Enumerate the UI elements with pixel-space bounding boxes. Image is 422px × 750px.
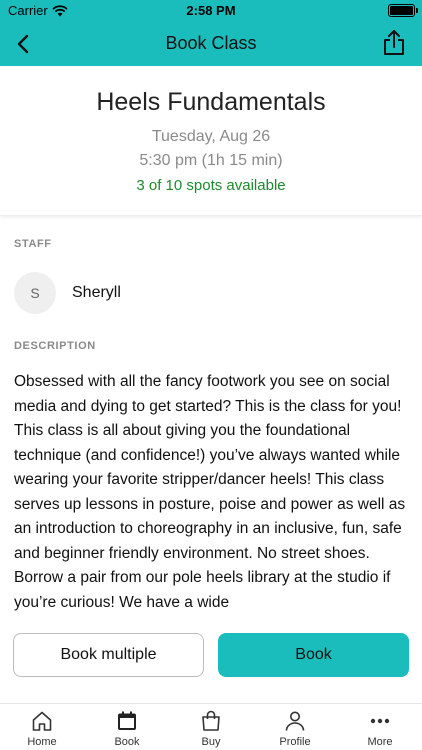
calendar-icon [118,711,136,730]
tab-home[interactable]: Home [7,707,77,750]
top-bar: Carrier 2:58 PM Book Class [0,0,422,66]
book-class-screen: Carrier 2:58 PM Book Class Heels Fundame… [0,0,422,750]
navigation-bar: Book Class [0,22,422,66]
more-icon [370,718,390,724]
battery-icon [388,4,418,17]
tab-book[interactable]: Book [92,707,162,750]
tab-home-label: Home [27,736,57,748]
tab-buy-label: Buy [201,736,221,748]
tab-profile[interactable]: Profile [260,707,330,750]
page-title: Book Class [165,33,257,53]
book-multiple-button[interactable]: Book multiple [13,633,204,677]
home-icon [32,711,52,731]
status-time: 2:58 PM [186,3,236,18]
status-bar: Carrier 2:58 PM [0,0,422,22]
class-time: 5:30 pm (1h 15 min) [139,152,283,169]
person-icon [285,711,305,731]
tab-buy[interactable]: Buy [176,707,246,750]
book-button[interactable]: Book [218,633,409,677]
staff-name: Sheryll [72,284,121,301]
class-date: Tuesday, Aug 26 [151,128,271,145]
class-title: Heels Fundamentals [96,88,326,116]
tab-more[interactable]: More [345,707,415,750]
tab-book-label: Book [114,736,140,748]
tab-bar: Home Book Buy Profile More [0,703,422,750]
tab-more-label: More [367,736,393,748]
class-header: Heels Fundamentals Tuesday, Aug 26 5:30 … [0,66,422,216]
avatar: S [14,272,56,314]
tab-profile-label: Profile [279,736,311,748]
share-button[interactable] [378,27,410,59]
spots-available: 3 of 10 spots available [136,177,286,194]
staff-section-label: STAFF [14,238,52,250]
booking-actions: Book multiple Book [0,614,422,704]
shopping-bag-icon [202,710,220,731]
share-icon [384,30,404,55]
staff-row[interactable]: S Sheryll [14,272,121,314]
description-section-label: DESCRIPTION [14,340,96,352]
class-description: Obsessed with all the fancy footwork you… [14,373,406,611]
